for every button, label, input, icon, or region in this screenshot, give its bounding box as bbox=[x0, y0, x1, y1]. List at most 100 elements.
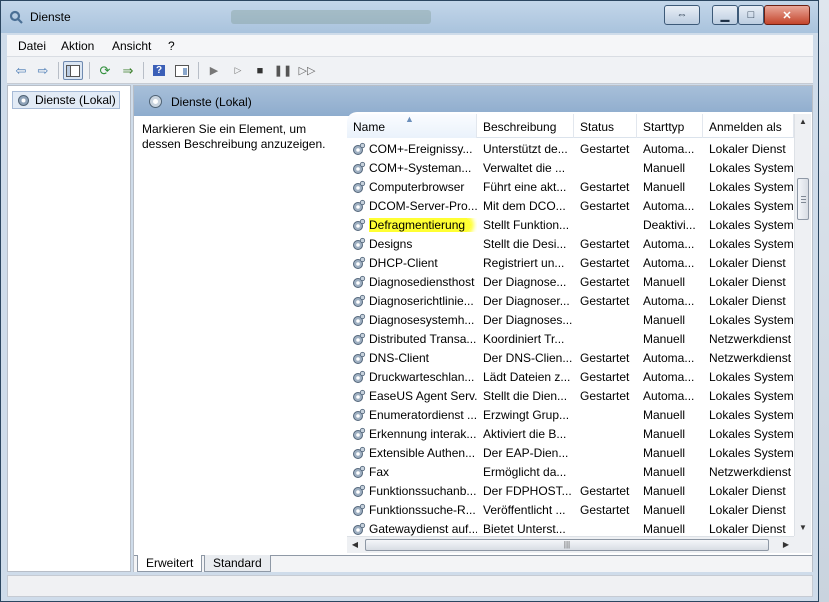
title-bar[interactable]: Dienste ⇔ ▁ □ ✕ bbox=[1, 1, 818, 33]
scroll-up-icon[interactable]: ▲ bbox=[795, 114, 811, 130]
table-row[interactable]: Distributed Transa... Koordiniert Tr... Ma… bbox=[347, 330, 794, 349]
service-description: Koordiniert Tr... bbox=[483, 332, 565, 346]
service-logon: Lokales System bbox=[709, 408, 793, 422]
service-gear-icon bbox=[353, 294, 366, 307]
service-status: Gestartet bbox=[580, 256, 630, 270]
service-name: Erkennung interak... bbox=[369, 427, 477, 441]
menu-datei[interactable]: Datei bbox=[18, 39, 46, 53]
scroll-left-icon[interactable]: ◀ bbox=[347, 537, 363, 553]
column-header-name[interactable]: ▲ Name bbox=[347, 114, 477, 138]
console-tree-icon[interactable] bbox=[63, 61, 83, 80]
table-row[interactable]: Funktionssuchanb... Der FDPHOST... Gestart… bbox=[347, 482, 794, 501]
service-gear-icon bbox=[353, 142, 366, 155]
service-starttype: Manuell bbox=[643, 332, 686, 346]
service-gear-icon bbox=[353, 332, 366, 345]
back-icon[interactable]: ⇦ bbox=[11, 61, 31, 80]
table-row[interactable]: Diagnoserichtlinie... Der Diagnoser... Ges… bbox=[347, 292, 794, 311]
table-row[interactable]: Computerbrowser Führt eine akt... Gestarte… bbox=[347, 178, 794, 197]
tab-standard[interactable]: Standard bbox=[204, 555, 271, 572]
help-icon[interactable]: ? bbox=[149, 61, 169, 80]
menu-ansicht[interactable]: Ansicht bbox=[112, 39, 151, 53]
table-row[interactable]: Druckwarteschlan... Lädt Dateien z... Gest… bbox=[347, 368, 794, 387]
horizontal-scroll-thumb[interactable]: ||| bbox=[365, 539, 769, 551]
column-header-status[interactable]: Status bbox=[574, 114, 637, 138]
table-row[interactable]: DNS-Client Der DNS-Clien... Gestartet Autom… bbox=[347, 349, 794, 368]
table-row[interactable]: Diagnosesystemh... Der Diagnoses... Manuel… bbox=[347, 311, 794, 330]
sort-ascending-icon: ▲ bbox=[405, 114, 414, 124]
tree-item-label: Dienste (Lokal) bbox=[35, 93, 116, 107]
stop-service-icon[interactable]: ■ bbox=[250, 61, 270, 80]
service-starttype: Manuell bbox=[643, 313, 686, 327]
column-header-description[interactable]: Beschreibung bbox=[477, 114, 574, 138]
table-row[interactable]: DCOM-Server-Pro... Mit dem DCO... Gestarte… bbox=[347, 197, 794, 216]
table-row[interactable]: EaseUS Agent Serv... Stellt die Dien... Ge… bbox=[347, 387, 794, 406]
export-list-icon[interactable]: ⇒ bbox=[118, 61, 138, 80]
vertical-scrollbar[interactable]: ▲ ▼ bbox=[794, 114, 811, 536]
service-starttype: Automa... bbox=[643, 370, 695, 384]
start-service-alt-icon[interactable]: ▷ bbox=[228, 61, 248, 80]
service-logon: Lokaler Dienst bbox=[709, 484, 786, 498]
service-starttype: Manuell bbox=[643, 465, 686, 479]
table-row[interactable]: Fax Ermöglicht da... Manuell Netzwerkdienst bbox=[347, 463, 794, 482]
service-name: Funktionssuchanb... bbox=[369, 484, 477, 498]
horizontal-scrollbar[interactable]: ◀ ||| ▶ bbox=[347, 536, 794, 553]
vertical-scroll-thumb[interactable] bbox=[797, 178, 809, 220]
start-service-icon[interactable]: ▶ bbox=[204, 61, 224, 80]
service-status: Gestartet bbox=[580, 503, 630, 517]
tree-item-dienste-lokal[interactable]: Dienste (Lokal) bbox=[12, 91, 120, 109]
table-row[interactable]: Designs Stellt die Desi... Gestartet Automa… bbox=[347, 235, 794, 254]
forward-icon[interactable]: ⇨ bbox=[33, 61, 53, 80]
maximize-button[interactable]: □ bbox=[738, 5, 764, 25]
service-name: Extensible Authen... bbox=[369, 446, 476, 460]
table-row[interactable]: Extensible Authen... Der EAP-Dien... Manue… bbox=[347, 444, 794, 463]
service-starttype: Manuell bbox=[643, 484, 686, 498]
table-row[interactable]: COM+-Ereignissy... Unterstützt de... Gesta… bbox=[347, 140, 794, 159]
service-description: Der FDPHOST... bbox=[483, 484, 572, 498]
service-name: Computerbrowser bbox=[369, 180, 465, 194]
services-panel: Dienste (Lokal) Markieren Sie ein Elemen… bbox=[133, 85, 813, 572]
table-row[interactable]: Funktionssuche-R... Veröffentlicht ... Ges… bbox=[347, 501, 794, 520]
table-row[interactable]: DHCP-Client Registriert un... Gestartet Aut… bbox=[347, 254, 794, 273]
table-row[interactable]: Diagnosediensthost Der Diagnose... Gestart… bbox=[347, 273, 794, 292]
tab-erweitert[interactable]: Erweitert bbox=[137, 555, 203, 572]
service-status: Gestartet bbox=[580, 389, 630, 403]
service-logon: Lokales System bbox=[709, 199, 793, 213]
service-gear-icon bbox=[353, 237, 366, 250]
service-description: Der Diagnoser... bbox=[483, 294, 570, 308]
service-logon: Lokales System bbox=[709, 427, 793, 441]
service-gear-icon bbox=[353, 180, 366, 193]
service-logon: Netzwerkdienst bbox=[709, 351, 792, 365]
table-row[interactable]: Defragmentierung Stellt Funktion... Deakti… bbox=[347, 216, 794, 235]
minimize-button[interactable]: ▁ bbox=[712, 5, 738, 25]
table-row[interactable]: COM+-Systeman... Verwaltet die ... Manuell… bbox=[347, 159, 794, 178]
menu-aktion[interactable]: Aktion bbox=[61, 39, 94, 53]
properties-icon[interactable] bbox=[172, 61, 192, 80]
scroll-right-icon[interactable]: ▶ bbox=[778, 537, 794, 553]
restart-service-icon[interactable]: ▷▷ bbox=[297, 61, 317, 80]
menu-help[interactable]: ? bbox=[168, 39, 175, 53]
services-gear-icon bbox=[9, 10, 23, 24]
service-starttype: Manuell bbox=[643, 522, 686, 536]
service-name: Defragmentierung bbox=[369, 218, 477, 232]
service-starttype: Automa... bbox=[643, 256, 695, 270]
table-row[interactable]: Erkennung interak... Aktiviert die B... Ma… bbox=[347, 425, 794, 444]
service-gear-icon bbox=[353, 161, 366, 174]
service-starttype: Automa... bbox=[643, 294, 695, 308]
column-header-starttype[interactable]: Starttyp bbox=[637, 114, 703, 138]
pause-service-icon[interactable]: ❚❚ bbox=[273, 61, 293, 80]
column-header-logon[interactable]: Anmelden als bbox=[703, 114, 794, 138]
service-starttype: Manuell bbox=[643, 161, 686, 175]
services-list: ▲ Name Beschreibung Status Starttyp Anme… bbox=[347, 112, 812, 554]
refresh-icon[interactable]: ⟳ bbox=[95, 61, 115, 80]
switch-window-button[interactable]: ⇔ bbox=[664, 5, 700, 25]
scroll-down-icon[interactable]: ▼ bbox=[795, 520, 811, 536]
service-name: Diagnosesystemh... bbox=[369, 313, 475, 327]
menu-bar: Datei Aktion Ansicht ? bbox=[7, 35, 813, 57]
table-row[interactable]: Enumeratordienst ... Erzwingt Grup... Manu… bbox=[347, 406, 794, 425]
service-description: Ermöglicht da... bbox=[483, 465, 567, 479]
service-starttype: Automa... bbox=[643, 199, 695, 213]
close-button[interactable]: ✕ bbox=[764, 5, 810, 25]
service-description: Erzwingt Grup... bbox=[483, 408, 570, 422]
service-description: Veröffentlicht ... bbox=[483, 503, 566, 517]
service-name: Diagnosediensthost bbox=[369, 275, 475, 289]
